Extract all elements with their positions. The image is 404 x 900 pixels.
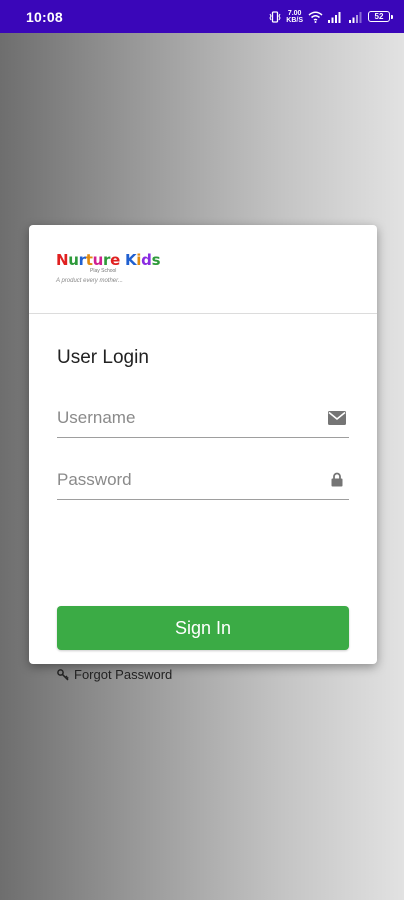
envelope-icon <box>327 408 347 428</box>
page-title: User Login <box>57 347 149 368</box>
battery-icon: 52 <box>368 11 393 22</box>
forgot-password-label: Forgot Password <box>74 667 173 682</box>
logo-letter: K <box>124 251 137 269</box>
logo-letter: N <box>56 251 69 269</box>
logo-letter: r <box>78 251 86 269</box>
password-field <box>57 460 349 500</box>
battery-level: 52 <box>374 12 384 21</box>
card-header: Nurture Kids Play School A product every… <box>29 225 377 314</box>
signal-icon <box>349 11 363 23</box>
status-bar: 10:08 7.00 KB/S 52 <box>0 0 404 33</box>
lock-icon <box>327 470 347 490</box>
logo-letter: u <box>68 251 79 269</box>
key-icon <box>57 668 69 681</box>
school-logo: Nurture Kids Play School A product every… <box>56 251 166 291</box>
username-field <box>57 398 349 438</box>
logo-letter: d <box>141 251 152 269</box>
logo-subtitle: Play School <box>90 268 117 274</box>
status-icons: 7.00 KB/S 52 <box>269 10 393 24</box>
logo-brand-text: Nurture Kids <box>56 251 166 269</box>
logo-letter: u <box>92 251 104 269</box>
logo-letter: r <box>103 251 111 269</box>
login-card: Nurture Kids Play School A product every… <box>29 225 377 682</box>
sign-in-button[interactable]: Sign In <box>57 606 349 650</box>
forgot-password-link[interactable]: Forgot Password <box>57 667 172 682</box>
status-time: 10:08 <box>26 8 63 25</box>
logo-letter: s <box>151 251 161 269</box>
username-input[interactable] <box>57 407 297 428</box>
logo-letter: e <box>110 251 121 269</box>
net-speed: 7.00 KB/S <box>286 10 303 24</box>
password-input[interactable] <box>57 469 297 490</box>
logo-letter: t <box>85 251 93 269</box>
logo-tagline: A product every mother... <box>56 278 123 284</box>
vibrate-icon <box>269 10 281 23</box>
net-speed-value: 7.00 <box>287 9 302 17</box>
signal-icon <box>328 11 344 23</box>
net-speed-unit: KB/S <box>286 16 303 24</box>
wifi-icon <box>308 11 323 23</box>
